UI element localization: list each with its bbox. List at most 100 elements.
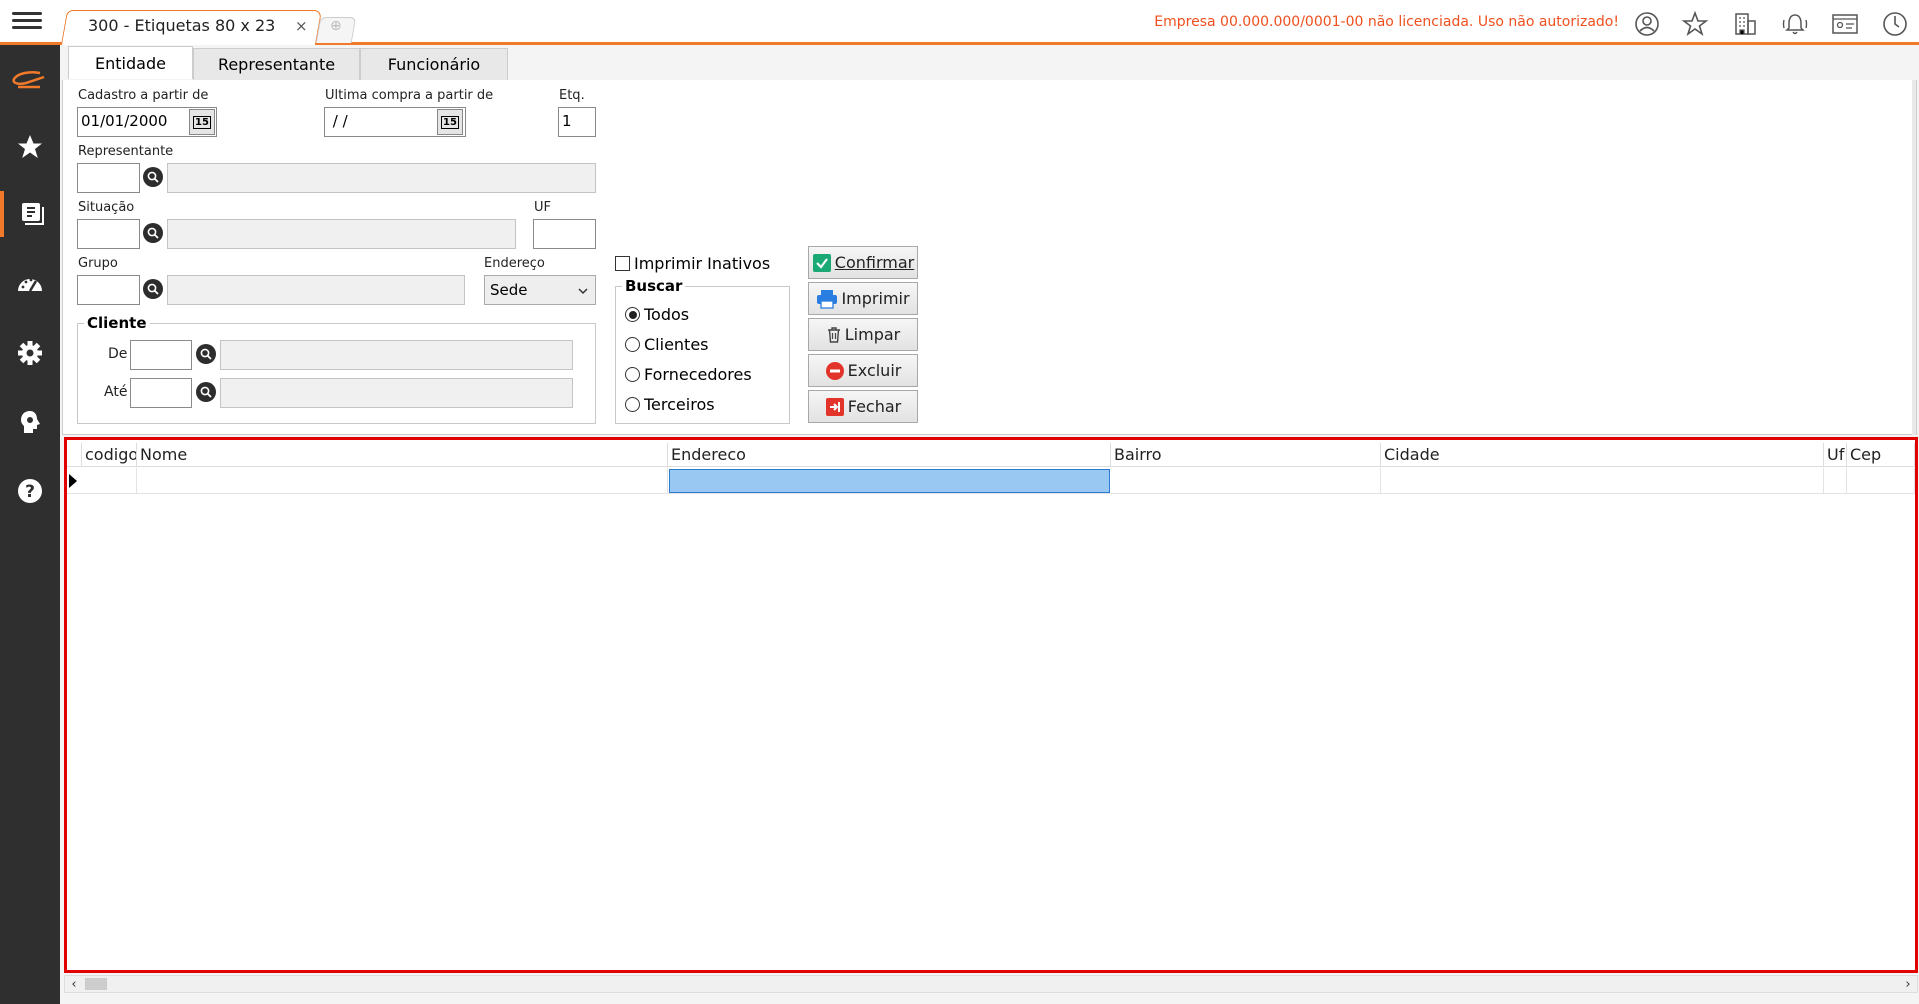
- grupo-name-input: [167, 275, 465, 305]
- tab-close-icon[interactable]: ×: [295, 17, 308, 35]
- ate-label: Até: [104, 384, 128, 400]
- logo-icon[interactable]: [0, 57, 60, 103]
- confirmar-button[interactable]: Confirmar: [808, 246, 918, 279]
- grupo-search-icon[interactable]: [143, 279, 163, 299]
- horizontal-scrollbar[interactable]: ‹ ›: [64, 975, 1918, 993]
- radio-fornecedores-label: Fornecedores: [644, 365, 752, 384]
- representante-search-icon[interactable]: [143, 167, 163, 187]
- printer-icon: [816, 289, 838, 309]
- radio-clientes[interactable]: Clientes: [625, 335, 709, 354]
- cliente-de-search-icon[interactable]: [196, 344, 216, 364]
- settings-gear-icon[interactable]: [0, 330, 60, 376]
- fechar-button[interactable]: Fechar: [808, 390, 918, 423]
- user-icon[interactable]: [1632, 9, 1662, 39]
- ultima-compra-label: Ultima compra a partir de: [325, 88, 494, 103]
- column-header-cep[interactable]: Cep: [1847, 443, 1915, 467]
- representante-code-input[interactable]: [77, 163, 140, 193]
- radio-terceiros[interactable]: Terceiros: [625, 395, 715, 414]
- tab-representante[interactable]: Representante: [193, 48, 360, 80]
- cliente-ate-input[interactable]: [130, 378, 192, 408]
- tab-entidade[interactable]: Entidade: [68, 46, 193, 79]
- radio-terceiros-label: Terceiros: [644, 395, 715, 414]
- endereco-select[interactable]: Sede: [484, 275, 596, 305]
- radio-dot[interactable]: [625, 367, 640, 382]
- cell-cep[interactable]: [1847, 468, 1915, 493]
- column-header-nome[interactable]: Nome: [137, 443, 668, 467]
- notification-bell-icon[interactable]: [1780, 9, 1810, 39]
- radio-fornecedores[interactable]: Fornecedores: [625, 365, 752, 384]
- de-label: De: [108, 346, 128, 362]
- building-icon[interactable]: [1730, 9, 1760, 39]
- cliente-de-name-input: [220, 340, 573, 370]
- fechar-label: Fechar: [847, 397, 902, 416]
- ideas-head-icon[interactable]: [0, 399, 60, 445]
- column-header-cidade[interactable]: Cidade: [1381, 443, 1824, 467]
- power-icon[interactable]: [1880, 9, 1910, 39]
- radio-todos-label: Todos: [644, 305, 690, 324]
- radio-dot[interactable]: [625, 397, 640, 412]
- representante-name-input: [167, 163, 596, 193]
- chevron-down-icon: [577, 283, 589, 301]
- situacao-name-input: [167, 219, 516, 249]
- grupo-code-input[interactable]: [77, 275, 140, 305]
- radio-dot[interactable]: [625, 307, 640, 322]
- help-question-icon[interactable]: ?: [0, 468, 60, 514]
- cell-uf[interactable]: [1824, 468, 1847, 493]
- cliente-de-input[interactable]: [130, 340, 192, 370]
- hamburger-menu-icon[interactable]: [12, 8, 44, 36]
- tab-funcionario[interactable]: Funcionário: [360, 48, 508, 80]
- situacao-code-input[interactable]: [77, 219, 140, 249]
- plus-icon[interactable]: ⊕: [330, 18, 342, 34]
- limpar-button[interactable]: Limpar: [808, 318, 918, 351]
- buscar-group-title: Buscar: [622, 277, 686, 295]
- column-header-endereco[interactable]: Endereco: [668, 443, 1111, 467]
- radio-clientes-label: Clientes: [644, 335, 709, 354]
- imprimir-button[interactable]: Imprimir: [808, 282, 918, 315]
- check-icon: [812, 253, 832, 273]
- id-card-icon[interactable]: [1830, 9, 1860, 39]
- uf-input[interactable]: [533, 219, 596, 249]
- cliente-ate-search-icon[interactable]: [196, 382, 216, 402]
- column-header-codigo[interactable]: codigo: [82, 443, 137, 467]
- endereco-label: Endereço: [484, 256, 545, 271]
- cadastro-label: Cadastro a partir de: [78, 88, 209, 103]
- column-header-uf[interactable]: Uf: [1824, 443, 1847, 467]
- situacao-search-icon[interactable]: [143, 223, 163, 243]
- limpar-label: Limpar: [844, 325, 901, 344]
- license-warning: Empresa 00.000.000/0001-00 não licenciad…: [1154, 14, 1619, 30]
- excluir-button[interactable]: Excluir: [808, 354, 918, 387]
- ultima-compra-calendar-icon[interactable]: 15: [437, 109, 463, 135]
- cell-nome[interactable]: [137, 468, 668, 493]
- document-tab-title[interactable]: 300 - Etiquetas 80 x 23: [88, 16, 275, 35]
- reports-icon[interactable]: [0, 191, 60, 237]
- imprimir-label: Imprimir: [841, 289, 910, 308]
- cell-cidade[interactable]: [1381, 468, 1824, 493]
- radio-todos[interactable]: Todos: [625, 305, 689, 324]
- grupo-label: Grupo: [78, 256, 118, 271]
- sidebar: ?: [0, 45, 60, 1004]
- cadastro-calendar-icon[interactable]: 15: [189, 109, 215, 135]
- cell-bairro[interactable]: [1111, 468, 1381, 493]
- column-header-bairro[interactable]: Bairro: [1111, 443, 1381, 467]
- star-icon[interactable]: [1680, 9, 1710, 39]
- favorites-star-icon[interactable]: [0, 124, 60, 170]
- scroll-left-icon[interactable]: ‹: [65, 976, 83, 992]
- calendar-icon-text: 15: [193, 115, 211, 129]
- dashboard-gauge-icon[interactable]: [0, 261, 60, 307]
- cell-endereco-selected[interactable]: [669, 469, 1110, 493]
- radio-dot[interactable]: [625, 337, 640, 352]
- form-scroll-edge: [1912, 80, 1916, 435]
- grid-header: codigo Nome Endereco Bairro Cidade Uf Ce…: [67, 443, 1915, 467]
- exit-door-icon: [825, 397, 845, 417]
- scroll-right-icon[interactable]: ›: [1899, 976, 1917, 992]
- etq-input[interactable]: 1: [558, 107, 596, 137]
- table-row[interactable]: [67, 468, 1915, 494]
- trash-icon: [826, 326, 842, 344]
- cliente-ate-name-input: [220, 378, 573, 408]
- checkbox-box[interactable]: [615, 256, 630, 271]
- confirmar-label: Confirmar: [834, 253, 915, 272]
- results-grid[interactable]: codigo Nome Endereco Bairro Cidade Uf Ce…: [64, 437, 1918, 973]
- imprimir-inativos-checkbox[interactable]: Imprimir Inativos: [615, 254, 770, 273]
- cell-codigo[interactable]: [82, 468, 137, 493]
- scrollbar-thumb[interactable]: [85, 978, 107, 990]
